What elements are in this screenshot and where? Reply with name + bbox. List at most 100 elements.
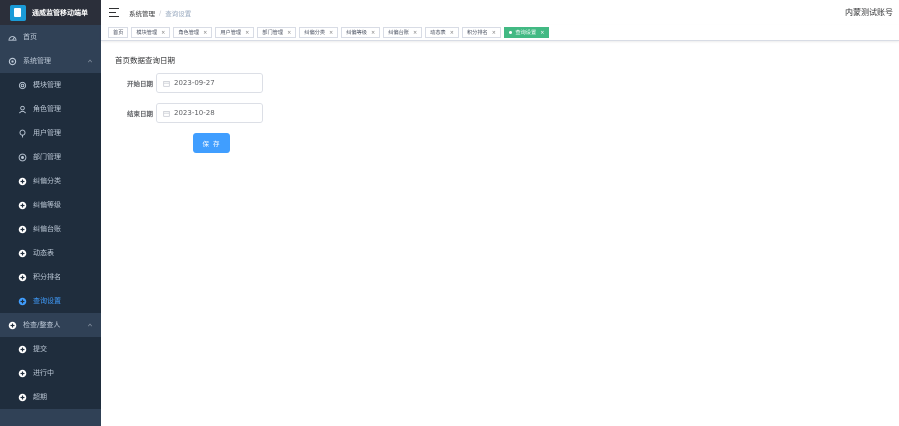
- sidebar-item-label: 部门管理: [33, 153, 61, 161]
- tag-label: 用户管理: [220, 30, 242, 36]
- tag-item[interactable]: 首页: [108, 27, 129, 38]
- sidebar-item[interactable]: 超期: [0, 385, 101, 409]
- breadcrumb-separator: /: [159, 8, 162, 17]
- sidebar-item-label: 系统管理: [23, 57, 51, 65]
- end-date-picker[interactable]: 2023-10-28: [156, 103, 263, 123]
- plus-circle-icon: [8, 321, 17, 330]
- start-date-picker[interactable]: 2023-09-27: [156, 73, 263, 93]
- sidebar-item-label: 纠偏台账: [33, 225, 61, 233]
- tag-item[interactable]: 积分排名 ×: [461, 27, 501, 38]
- sidebar-item-label: 用户管理: [33, 129, 61, 137]
- calendar-icon: [163, 110, 170, 117]
- close-icon[interactable]: ×: [203, 30, 207, 36]
- chevron-up-icon: [87, 58, 93, 64]
- calendar-icon: [163, 80, 170, 87]
- close-icon[interactable]: ×: [329, 30, 333, 36]
- tags-view: 首页 模块管理 × 角色管理 × 用户管理 × 部门管理 × 纠偏分类 × 纠偏等级 × 纠偏台账 × 动态表…: [101, 25, 899, 41]
- sidebar-item[interactable]: 提交: [0, 337, 101, 361]
- sidebar-item[interactable]: 首页: [0, 25, 101, 49]
- plus-circle-icon: [18, 369, 27, 378]
- close-icon[interactable]: ×: [245, 30, 249, 36]
- sidebar: 通威监管移动端单 首页系统管理模块管理角色管理用户管理部门管理纠偏分类纠偏等级纠…: [0, 0, 101, 426]
- sidebar-item[interactable]: 纠偏等级: [0, 193, 101, 217]
- sidebar-item[interactable]: 系统管理: [0, 49, 101, 73]
- close-icon[interactable]: ×: [287, 30, 291, 36]
- end-date-label: 结束日期: [127, 110, 153, 118]
- sidebar-item-label: 纠偏分类: [33, 177, 61, 185]
- tag-label: 纠偏分类: [304, 30, 326, 36]
- tag-label: 动态表: [430, 30, 446, 36]
- plus-circle-icon: [18, 201, 27, 210]
- breadcrumb: 系统管理 / 查询设置: [129, 8, 191, 18]
- sidebar-item[interactable]: 模块管理: [0, 73, 101, 97]
- sidebar-item-label: 进行中: [33, 369, 54, 377]
- sidebar-item-label: 首页: [23, 33, 37, 41]
- tag-label: 角色管理: [178, 30, 200, 36]
- sidebar-item[interactable]: 纠偏分类: [0, 169, 101, 193]
- sidebar-item-label: 动态表: [33, 249, 54, 257]
- tag-label: 查询设置: [515, 30, 537, 36]
- sidebar-item-label: 检查/整查人: [23, 321, 61, 329]
- tag-label: 部门管理: [262, 30, 284, 36]
- sidebar-menu: 首页系统管理模块管理角色管理用户管理部门管理纠偏分类纠偏等级纠偏台账动态表积分排…: [0, 25, 101, 409]
- tag-label: 首页: [113, 30, 124, 36]
- close-icon[interactable]: ×: [540, 30, 544, 36]
- save-button[interactable]: 保 存: [193, 133, 230, 153]
- tag-item[interactable]: 纠偏台账 ×: [383, 27, 423, 38]
- tag-label: 纠偏等级: [346, 30, 367, 36]
- sidebar-item[interactable]: 检查/整查人: [0, 313, 101, 337]
- close-icon[interactable]: ×: [161, 30, 165, 36]
- breadcrumb-current: 查询设置: [165, 9, 192, 18]
- close-icon[interactable]: ×: [413, 30, 417, 36]
- dept-icon: [18, 153, 27, 162]
- end-date-row: 结束日期 2023-10-28: [115, 103, 263, 123]
- tag-item[interactable]: 模块管理 ×: [131, 27, 171, 38]
- close-icon[interactable]: ×: [371, 30, 375, 36]
- sidebar-item[interactable]: 查询设置: [0, 289, 101, 313]
- user-name[interactable]: 内蒙测试账号: [845, 7, 893, 18]
- tag-item[interactable]: 用户管理 ×: [215, 27, 255, 38]
- app-title: 通威监管移动端单: [32, 8, 88, 17]
- sidebar-item-label: 角色管理: [33, 105, 61, 113]
- sidebar-item[interactable]: 纠偏台账: [0, 217, 101, 241]
- user-icon: [18, 105, 27, 114]
- sidebar-item[interactable]: 部门管理: [0, 145, 101, 169]
- tag-item[interactable]: 角色管理 ×: [173, 27, 213, 38]
- bulb-icon: [18, 129, 27, 138]
- sidebar-item[interactable]: 积分排名: [0, 265, 101, 289]
- tag-item[interactable]: 部门管理 ×: [257, 27, 297, 38]
- app-logo-icon: [10, 4, 26, 21]
- hamburger-menu-icon[interactable]: [109, 8, 119, 17]
- sidebar-item[interactable]: 进行中: [0, 361, 101, 385]
- tag-item[interactable]: 纠偏等级 ×: [341, 27, 381, 38]
- breadcrumb-item[interactable]: 系统管理: [129, 8, 155, 18]
- close-icon[interactable]: ×: [492, 30, 496, 36]
- tag-item[interactable]: 动态表 ×: [425, 27, 459, 38]
- tag-item[interactable]: 查询设置 ×: [503, 27, 550, 38]
- sidebar-item[interactable]: 角色管理: [0, 97, 101, 121]
- plus-circle-icon: [18, 249, 27, 258]
- dashboard-icon: [8, 33, 17, 42]
- tag-label: 纠偏台账: [388, 30, 409, 36]
- logo: 通威监管移动端单: [0, 0, 101, 25]
- sidebar-item-label: 模块管理: [33, 81, 61, 89]
- chevron-up-icon: [87, 322, 93, 328]
- plus-circle-icon: [18, 345, 27, 354]
- sidebar-item[interactable]: 用户管理: [0, 121, 101, 145]
- main-content: 首页数据查询日期 开始日期 2023-09-27 结束日期 2023-10-28…: [101, 41, 899, 426]
- system-gear-icon: [8, 57, 17, 66]
- sidebar-item-label: 查询设置: [33, 297, 61, 305]
- navbar: 系统管理 / 查询设置 内蒙测试账号: [101, 0, 899, 25]
- sidebar-item-label: 纠偏等级: [33, 201, 61, 209]
- tag-label: 积分排名: [466, 30, 488, 36]
- tag-label: 模块管理: [136, 30, 158, 36]
- close-icon[interactable]: ×: [450, 30, 454, 36]
- sidebar-item-label: 积分排名: [33, 273, 61, 281]
- start-date-label: 开始日期: [127, 80, 153, 88]
- start-date-row: 开始日期 2023-09-27: [115, 73, 263, 93]
- plus-circle-icon: [18, 225, 27, 234]
- sidebar-item[interactable]: 动态表: [0, 241, 101, 265]
- tag-item[interactable]: 纠偏分类 ×: [299, 27, 339, 38]
- start-date-value: 2023-09-27: [174, 79, 215, 87]
- module-icon: [18, 81, 27, 90]
